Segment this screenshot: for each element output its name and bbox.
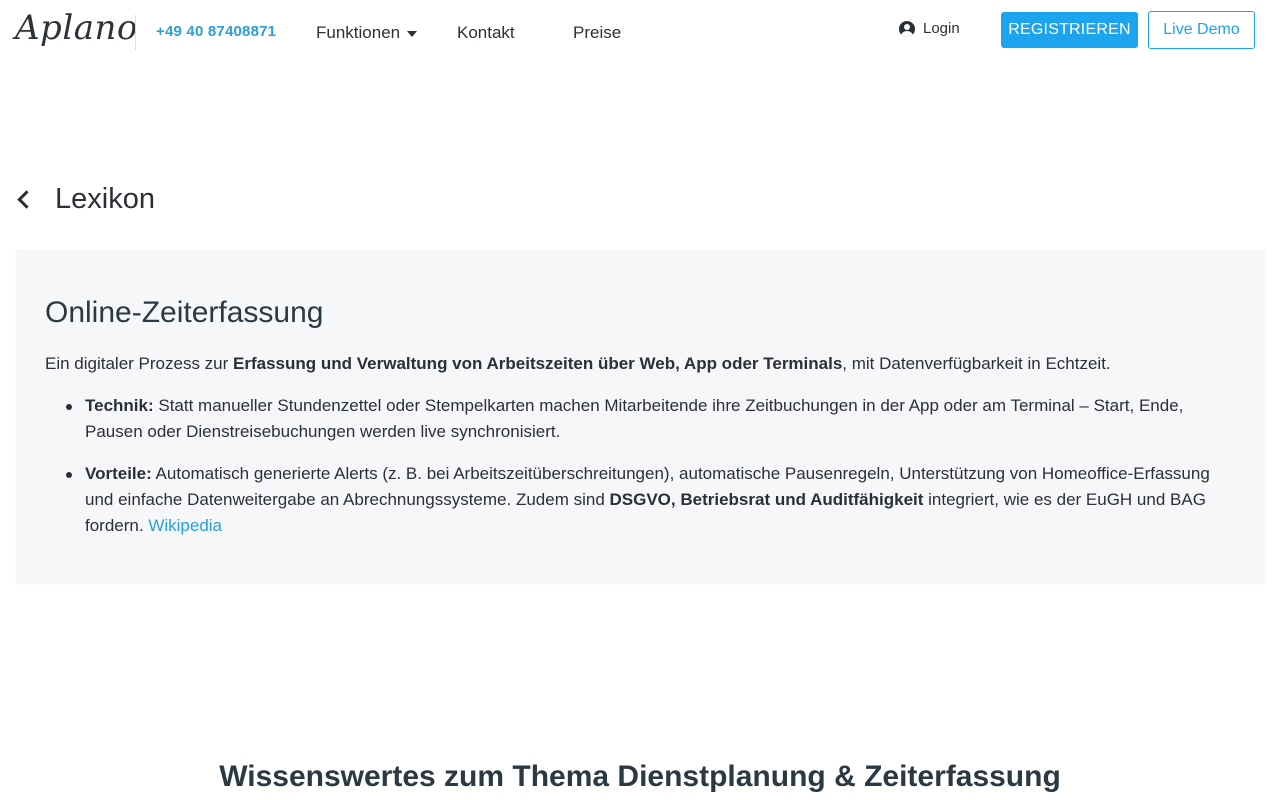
user-icon — [899, 20, 915, 37]
nav-kontakt[interactable]: Kontakt — [457, 23, 515, 43]
phone-link[interactable]: +49 40 87408871 — [156, 23, 276, 40]
nav-preise[interactable]: Preise — [573, 23, 621, 43]
bullet-list: Technik: Statt manueller Stundenzettel o… — [66, 393, 1235, 555]
intro-bold: Erfassung und Verwaltung von Arbeitszeit… — [233, 354, 843, 373]
section-heading: Wissenswertes zum Thema Dienstplanung & … — [219, 760, 1061, 793]
intro-text-end: , mit Datenverfügbarkeit in Echtzeit. — [842, 354, 1111, 373]
list-item: Vorteile: Automatisch generierte Alerts … — [66, 461, 1235, 539]
card-intro: Ein digitaler Prozess zur Erfassung und … — [45, 351, 1245, 377]
bullet-term: Vorteile: — [85, 464, 152, 483]
wikipedia-link[interactable]: Wikipedia — [148, 516, 222, 535]
login-label: Login — [923, 20, 960, 37]
list-item: Technik: Statt manueller Stundenzettel o… — [66, 393, 1235, 445]
bullet-text: Statt manueller Stundenzettel oder Stemp… — [85, 396, 1184, 441]
bullet-bold: DSGVO, Betriebsrat und Auditfähigkeit — [609, 490, 924, 509]
register-button[interactable]: REGISTRIEREN — [1001, 12, 1138, 48]
back-to-lexikon[interactable]: Lexikon — [15, 183, 155, 216]
intro-text: Ein digitaler Prozess zur — [45, 354, 234, 373]
site-header: Aplano +49 40 87408871 Funktionen Kontak… — [0, 0, 1280, 66]
definition-card: Online-Zeiterfassung Ein digitaler Proze… — [16, 249, 1265, 583]
caret-down-icon — [407, 31, 418, 37]
logo[interactable]: Aplano — [15, 8, 138, 48]
card-title: Online-Zeiterfassung — [45, 296, 324, 329]
nav-funktionen[interactable]: Funktionen — [316, 23, 418, 43]
live-demo-button[interactable]: Live Demo — [1148, 11, 1255, 49]
login-link[interactable]: Login — [899, 20, 960, 37]
header-divider — [135, 15, 136, 50]
chevron-left-icon — [17, 190, 36, 209]
nav-funktionen-label: Funktionen — [316, 23, 401, 42]
back-label: Lexikon — [55, 183, 155, 215]
bullet-term: Technik: — [85, 396, 154, 415]
